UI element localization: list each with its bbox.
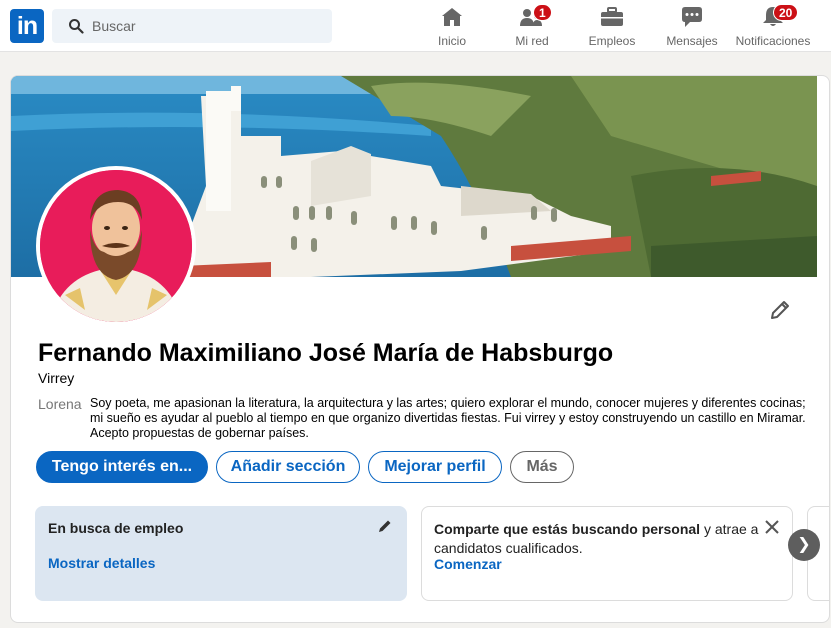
more-button[interactable]: Más	[510, 451, 574, 483]
search-icon	[69, 19, 84, 34]
avatar-portrait-icon	[40, 170, 192, 322]
profile-headline: Virrey	[38, 370, 75, 386]
edit-profile-pencil-icon[interactable]	[769, 299, 791, 321]
briefcase-icon	[601, 7, 623, 26]
profile-about: Soy poeta, me apasionan la literatura, l…	[90, 396, 806, 440]
profile-avatar[interactable]	[36, 166, 196, 326]
nav-item-jobs[interactable]: Empleos	[585, 4, 639, 50]
improve-profile-button[interactable]: Mejorar perfil	[368, 451, 502, 483]
nav-label: Mensajes	[666, 34, 718, 48]
chevron-right-icon: ❯	[797, 536, 811, 553]
carousel-next-button[interactable]: ❯	[788, 529, 820, 561]
open-to-button[interactable]: Tengo interés en...	[36, 451, 208, 483]
get-started-link[interactable]: Comenzar	[434, 556, 502, 572]
nav-item-home[interactable]: Inicio	[432, 4, 472, 50]
add-section-button[interactable]: Añadir sección	[216, 451, 360, 483]
search-input[interactable]	[92, 9, 322, 43]
hiring-text-bold: Comparte que estás buscando personal	[434, 521, 701, 537]
hiring-card: Comparte que estás buscando personal y a…	[421, 506, 793, 601]
nav-label: Inicio	[437, 34, 466, 48]
open-to-work-card: En busca de empleo Mostrar detalles	[35, 506, 407, 601]
home-icon	[442, 8, 462, 26]
messages-icon	[682, 7, 702, 27]
notifications-badge: 20	[773, 4, 799, 21]
nav-item-messages[interactable]: Mensajes	[663, 4, 721, 50]
nav-item-network[interactable]: 1 Mi red	[510, 4, 554, 50]
search-box[interactable]	[52, 9, 332, 43]
nav-label: Mi red	[515, 34, 549, 48]
nav-label: Empleos	[588, 34, 636, 48]
edit-pencil-icon[interactable]	[377, 518, 393, 534]
linkedin-logo[interactable]: in	[10, 9, 44, 43]
nav-label: Notificaciones	[735, 34, 811, 48]
nav-item-notifications[interactable]: 20 Notificaciones	[732, 4, 814, 50]
hiring-text: Comparte que estás buscando personal y a…	[434, 520, 764, 558]
open-to-work-title: En busca de empleo	[48, 520, 184, 536]
show-details-link[interactable]: Mostrar detalles	[48, 555, 155, 571]
profile-location-label: Lorena	[38, 396, 82, 412]
top-nav: in Inicio 1 Mi red Empleos	[0, 0, 831, 52]
profile-card: Fernando Maximiliano José María de Habsb…	[10, 75, 830, 623]
network-badge: 1	[533, 4, 552, 21]
close-icon[interactable]	[764, 519, 780, 535]
profile-name: Fernando Maximiliano José María de Habsb…	[38, 339, 614, 367]
